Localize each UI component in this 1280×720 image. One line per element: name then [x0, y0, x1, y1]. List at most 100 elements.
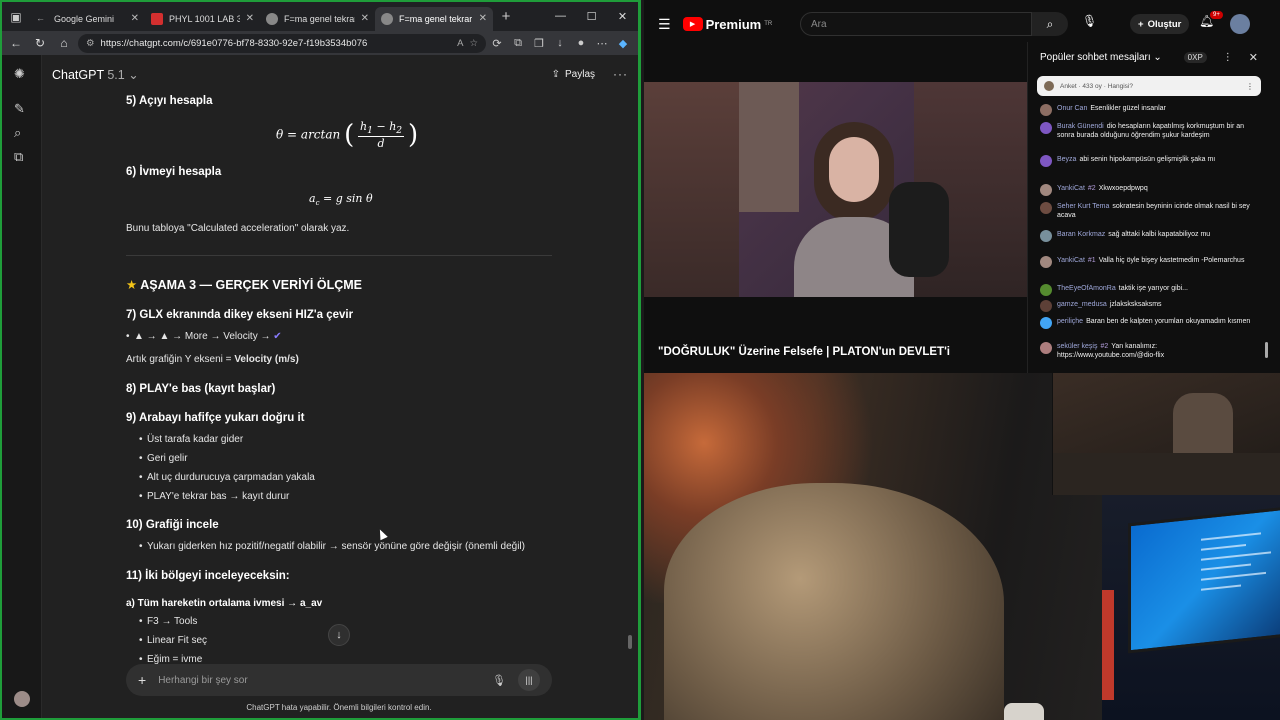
chat-input[interactable]: + Herhangi bir şey sor 🎙︎ ||| — [126, 664, 552, 696]
poll-banner[interactable]: Anket · 433 oy · Hangisi? ⋮ — [1037, 76, 1261, 96]
chatgpt-app: ✺ ✎ ⌕ ⧉ ChatGPT 5.1 ⌄ ⇪ Paylaş ··· 5) Aç… — [2, 55, 638, 718]
maximize-icon[interactable]: ☐ — [576, 10, 607, 23]
chat-author[interactable]: gamze_medusa — [1057, 301, 1107, 308]
chat-author[interactable]: Burak Günendi — [1057, 123, 1104, 130]
browser-window: ▣ ← Google Gemini ✕ PHYL 1001 LAB 3.pdf … — [0, 0, 641, 720]
profile-icon[interactable]: ● — [574, 37, 588, 50]
minimize-icon[interactable]: — — [545, 10, 576, 23]
search-icon: ⌕ — [1046, 16, 1054, 31]
chat-mode-selector[interactable]: Popüler sohbet mesajları ⌄ — [1040, 52, 1162, 63]
avatar — [1040, 184, 1052, 196]
download-icon[interactable]: ↓ — [553, 37, 567, 50]
scrollbar-thumb[interactable] — [1265, 342, 1268, 358]
extensions-icon[interactable]: ⟳ — [490, 37, 504, 50]
site-info-icon[interactable]: ⚙ — [86, 38, 95, 49]
avatar — [1040, 202, 1052, 214]
step-heading-7: 7) GLX ekranında dikey ekseni HIZ'a çevi… — [126, 309, 354, 321]
voice-mode-icon[interactable]: ||| — [518, 669, 540, 691]
favorite-icon[interactable]: ☆ — [469, 38, 478, 49]
stage-heading: ★ AŞAMA 3 — GERÇEK VERİYİ ÖLÇME — [126, 278, 363, 292]
tab-chatgpt-2[interactable]: F=ma genel tekrar ✕ — [375, 6, 493, 31]
close-icon[interactable]: ✕ — [246, 13, 254, 24]
chat-author[interactable]: YankiCat — [1057, 185, 1085, 192]
search-button[interactable]: ⌕ — [1032, 12, 1068, 36]
scrollbar-thumb[interactable] — [628, 635, 632, 649]
read-aloud-icon[interactable]: A — [457, 38, 463, 49]
step-6-note: Bunu tabloya "Calculated acceleration" o… — [126, 223, 350, 234]
chat-author[interactable]: Onur Can — [1057, 105, 1087, 112]
search-icon[interactable]: ⌕ — [14, 125, 21, 141]
equation-acceleration: ac = g sin θ — [309, 192, 373, 208]
avatar — [1040, 122, 1052, 134]
youtube-logo[interactable]: ▶ Premium TR — [682, 17, 772, 32]
monitor — [1128, 506, 1280, 654]
copilot-icon[interactable]: ◆ — [616, 37, 630, 50]
url-field[interactable]: ⚙ https://chatgpt.com/c/691e0776-bf78-83… — [78, 33, 486, 53]
sub-heading-a: a) Tüm hareketin ortalama ivmesi → a_av — [126, 598, 323, 609]
close-icon[interactable]: ✕ — [1249, 51, 1258, 64]
avatar — [1040, 104, 1052, 116]
pdf-icon — [151, 12, 163, 25]
list-item: ▲ → ▲ → More → Velocity → ✔ — [126, 331, 282, 342]
back-icon[interactable]: ← — [6, 36, 26, 50]
tab-gemini[interactable]: ← Google Gemini ✕ — [30, 7, 145, 31]
model-selector[interactable]: ChatGPT 5.1 ⌄ — [52, 67, 139, 82]
chat-message: TheEyeOfAmonRa taktik işe yarıyor gibi... — [1040, 284, 1252, 296]
collections-icon[interactable]: ❐ — [532, 37, 546, 50]
video-player[interactable] — [644, 82, 1027, 297]
chat-message: Baran Korkmaz sağ alttaki kalbi kapatabil… — [1040, 230, 1252, 242]
play-icon: ▶ — [682, 17, 703, 31]
chatgpt-icon — [266, 12, 278, 25]
more-options-icon[interactable]: ⋮ — [1246, 82, 1254, 91]
chat-author[interactable]: Seher Kurt Tema — [1057, 203, 1109, 210]
create-button[interactable]: + Oluştur — [1130, 14, 1190, 34]
microphone-icon[interactable]: 🎙︎ — [492, 674, 506, 687]
search-input[interactable]: Ara — [800, 12, 1032, 36]
step-heading-10: 10) Grafiği incele — [126, 519, 219, 531]
arrow-down-icon: ↓ — [336, 629, 342, 641]
close-icon[interactable]: ✕ — [131, 13, 139, 24]
close-icon[interactable]: ✕ — [361, 13, 369, 24]
chat-author[interactable]: seküler keşiş — [1057, 343, 1097, 350]
close-icon[interactable]: ✕ — [479, 13, 487, 24]
library-icon[interactable]: ⧉ — [14, 149, 23, 165]
address-bar: ← ↻ ⌂ ⚙ https://chatgpt.com/c/691e0776-b… — [2, 31, 638, 55]
step-heading-6: 6) İvmeyi hesapla — [126, 166, 222, 178]
menu-dots-icon[interactable]: ⋯ — [595, 37, 609, 50]
add-attachment-icon[interactable]: + — [138, 672, 146, 688]
hamburger-menu-icon[interactable]: ☰ — [658, 16, 671, 33]
tab-chatgpt-1[interactable]: F=ma genel tekrar ✕ — [260, 7, 375, 31]
chat-author[interactable]: Beyza — [1057, 156, 1076, 163]
avatar[interactable] — [1230, 14, 1250, 34]
chat-message: YankiCat #1 Valla hiç öyle bişey kastetmed… — [1040, 256, 1252, 268]
tab-pdf[interactable]: PHYL 1001 LAB 3.pdf ✕ — [145, 7, 260, 31]
more-options-icon[interactable]: ⋮ — [1223, 52, 1233, 63]
openai-logo-icon[interactable]: ✺ — [14, 66, 25, 82]
step-7-note: Artık grafiğin Y ekseni = Velocity (m/s) — [126, 354, 299, 365]
close-window-icon[interactable]: ✕ — [607, 10, 638, 23]
divider — [126, 255, 552, 256]
chat-author[interactable]: Baran Korkmaz — [1057, 231, 1105, 238]
star-icon: ★ — [126, 278, 138, 292]
rank-badge: #2 — [1087, 185, 1096, 192]
video-title: "DOĞRULUK" Üzerine Felsefe | PLATON'un D… — [658, 346, 951, 358]
more-options-icon[interactable]: ··· — [613, 67, 628, 81]
list-item: PLAY'e tekrar bas → kayıt durur — [139, 491, 289, 502]
avatar[interactable] — [14, 691, 30, 707]
refresh-icon[interactable]: ↻ — [30, 36, 50, 50]
new-chat-icon[interactable]: ✎ — [14, 101, 25, 117]
chat-text: jzlaksksksaksms — [1109, 301, 1162, 308]
scroll-down-button[interactable]: ↓ — [328, 624, 350, 646]
share-button[interactable]: ⇪ Paylaş — [552, 69, 595, 80]
home-icon[interactable]: ⌂ — [54, 36, 74, 50]
xp-badge[interactable]: 0XP — [1183, 51, 1207, 63]
chat-author[interactable]: TheEyeOfAmonRa — [1057, 285, 1116, 292]
split-screen-icon[interactable]: ⧉ — [511, 37, 525, 50]
window-menu-icon[interactable]: ▣ — [2, 2, 30, 31]
microphone-icon[interactable]: 🎙︎ — [1082, 14, 1097, 28]
avatar — [1040, 284, 1052, 296]
chat-author[interactable]: periliçhe — [1057, 318, 1083, 325]
chat-author[interactable]: YankiCat — [1057, 257, 1085, 264]
new-tab-icon[interactable]: + — [493, 8, 519, 25]
chat-message: Onur Can Esenlikler güzel insanlar — [1040, 104, 1252, 116]
